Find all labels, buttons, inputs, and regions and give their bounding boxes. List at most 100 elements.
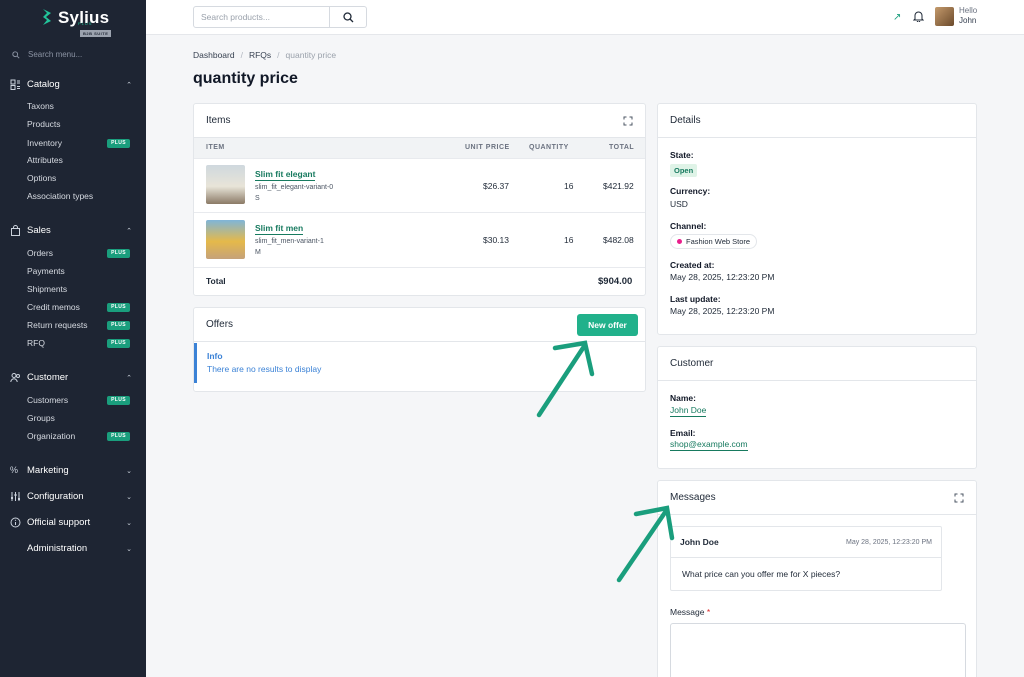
- message-date: May 28, 2025, 12:23:20 PM: [846, 538, 932, 546]
- customer-name-link[interactable]: John Doe: [670, 405, 707, 417]
- offers-card-title: Offers: [206, 319, 234, 330]
- state-label: State:: [670, 150, 694, 160]
- sidebar-item-payments[interactable]: Payments: [27, 266, 130, 276]
- column-header-item: ITEM: [206, 144, 225, 151]
- bell-icon[interactable]: [913, 10, 924, 22]
- section-label: Catalog: [27, 79, 60, 90]
- sidebar-section-marketing[interactable]: % Marketing ⌄: [10, 465, 132, 476]
- sidebar-item-products[interactable]: Products: [27, 119, 130, 129]
- row-total: $482.08: [603, 235, 634, 245]
- plus-badge: PLUS: [107, 431, 130, 441]
- sidebar-section-customer[interactable]: Customer ⌃: [10, 372, 132, 383]
- unit-price: $26.37: [483, 181, 509, 191]
- message-textarea[interactable]: [670, 623, 966, 677]
- sidebar: Sylius PLUS B2B SUITE Search menu... Cat…: [0, 0, 146, 677]
- customer-card: Customer Name: John Doe Email: shop@exam…: [657, 346, 977, 469]
- new-offer-button[interactable]: New offer: [577, 314, 638, 336]
- column-header-quantity: QUANTITY: [529, 144, 569, 151]
- section-label: Official support: [27, 517, 91, 528]
- sidebar-section-administration[interactable]: Administration ⌄: [10, 543, 132, 554]
- sylius-logo-icon: [43, 9, 51, 25]
- chevron-down-icon: ⌄: [126, 467, 132, 475]
- quantity: 16: [564, 235, 574, 245]
- sidebar-section-official-support[interactable]: Official support ⌄: [10, 517, 132, 528]
- created-label: Created at:: [670, 260, 715, 270]
- sidebar-item-label: Customers: [27, 395, 69, 405]
- search-icon: [12, 50, 20, 59]
- chevron-down-icon: ⌄: [126, 493, 132, 501]
- user-name: John: [959, 16, 977, 25]
- details-card-header: Details: [658, 104, 976, 138]
- sidebar-item-label: Organization: [27, 431, 76, 441]
- total-label: Total: [206, 276, 226, 286]
- sidebar-item-organization[interactable]: Organization PLUS: [27, 431, 130, 441]
- items-card-title: Items: [206, 115, 231, 126]
- currency-value: USD: [670, 199, 688, 209]
- channel-chip: Fashion Web Store: [670, 234, 758, 249]
- customer-email-label: Email:: [670, 428, 696, 438]
- grand-total: $904.00: [598, 276, 633, 287]
- details-card-title: Details: [670, 115, 701, 126]
- expand-icon[interactable]: [954, 493, 964, 503]
- status-badge: Open: [670, 164, 698, 177]
- breadcrumb-dashboard[interactable]: Dashboard: [193, 50, 235, 60]
- sidebar-section-catalog[interactable]: Catalog ⌃: [10, 79, 132, 90]
- menu-search-placeholder: Search menu...: [28, 50, 83, 59]
- details-card: Details State: Open Currency: USD Channe…: [657, 103, 977, 335]
- sidebar-item-options[interactable]: Options: [27, 173, 130, 183]
- brand-logo[interactable]: Sylius: [40, 8, 109, 28]
- sidebar-item-label: Attributes: [27, 155, 63, 165]
- info-title: Info: [207, 351, 223, 361]
- items-card-header: Items: [194, 104, 645, 138]
- shopping-bag-icon: [11, 225, 20, 236]
- sliders-icon: [11, 492, 20, 501]
- sidebar-item-shipments[interactable]: Shipments: [27, 284, 130, 294]
- search-button[interactable]: [329, 6, 367, 28]
- avatar[interactable]: [935, 7, 954, 26]
- sidebar-item-taxons[interactable]: Taxons: [27, 101, 130, 111]
- message-field-label: Message *: [670, 607, 710, 617]
- breadcrumb-rfqs[interactable]: RFQs: [249, 50, 271, 60]
- chevron-up-icon: ⌃: [126, 81, 132, 89]
- sidebar-item-groups[interactable]: Groups: [27, 413, 130, 423]
- brand-plus: PLUS: [78, 21, 93, 26]
- sidebar-item-label: Inventory: [27, 138, 62, 148]
- row-total: $421.92: [603, 181, 634, 191]
- expand-icon[interactable]: [623, 116, 633, 126]
- sidebar-item-return-requests[interactable]: Return requests PLUS: [27, 320, 130, 330]
- sidebar-item-label: Shipments: [27, 284, 68, 294]
- customer-email-link[interactable]: shop@example.com: [670, 439, 748, 451]
- updated-label: Last update:: [670, 294, 721, 304]
- sidebar-item-attributes[interactable]: Attributes: [27, 155, 130, 165]
- catalog-icon: [10, 79, 20, 90]
- chevron-up-icon: ⌃: [126, 227, 132, 235]
- customer-name-label: Name:: [670, 393, 696, 403]
- chevron-up-icon: ⌃: [126, 374, 132, 382]
- sidebar-item-customers[interactable]: Customers PLUS: [27, 395, 130, 405]
- brand-suite: B2B SUITE: [80, 30, 112, 37]
- sidebar-section-configuration[interactable]: Configuration ⌄: [10, 491, 132, 502]
- channel-label: Channel:: [670, 221, 707, 231]
- sidebar-item-association-types[interactable]: Association types: [27, 191, 130, 201]
- menu-search[interactable]: Search menu...: [12, 50, 82, 59]
- messages-card: Messages John Doe May 28, 2025, 12:23:20…: [657, 480, 977, 677]
- sidebar-item-label: Association types: [27, 191, 94, 201]
- sidebar-section-sales[interactable]: Sales ⌃: [10, 225, 132, 236]
- section-label: Marketing: [27, 465, 69, 476]
- product-search-input[interactable]: Search products...: [193, 6, 330, 28]
- plus-badge: PLUS: [107, 248, 130, 258]
- search-icon: [342, 11, 353, 22]
- sidebar-item-rfq[interactable]: RFQ PLUS: [27, 338, 130, 348]
- external-link-icon[interactable]: ↗: [893, 12, 901, 23]
- info-circle-icon: [10, 517, 21, 528]
- user-greeting[interactable]: Hello John: [959, 6, 977, 26]
- message-text: What price can you offer me for X pieces…: [682, 569, 841, 579]
- sidebar-item-label: Products: [27, 119, 61, 129]
- sidebar-item-credit-memos[interactable]: Credit memos PLUS: [27, 302, 130, 312]
- message-author: John Doe: [680, 537, 719, 547]
- product-name-link[interactable]: Slim fit elegant: [255, 169, 316, 181]
- sidebar-item-inventory[interactable]: Inventory PLUS: [27, 138, 130, 148]
- sidebar-item-orders[interactable]: Orders PLUS: [27, 248, 130, 258]
- offers-card: Offers New offer Info There are no resul…: [193, 307, 646, 392]
- product-name-link[interactable]: Slim fit men: [255, 223, 304, 235]
